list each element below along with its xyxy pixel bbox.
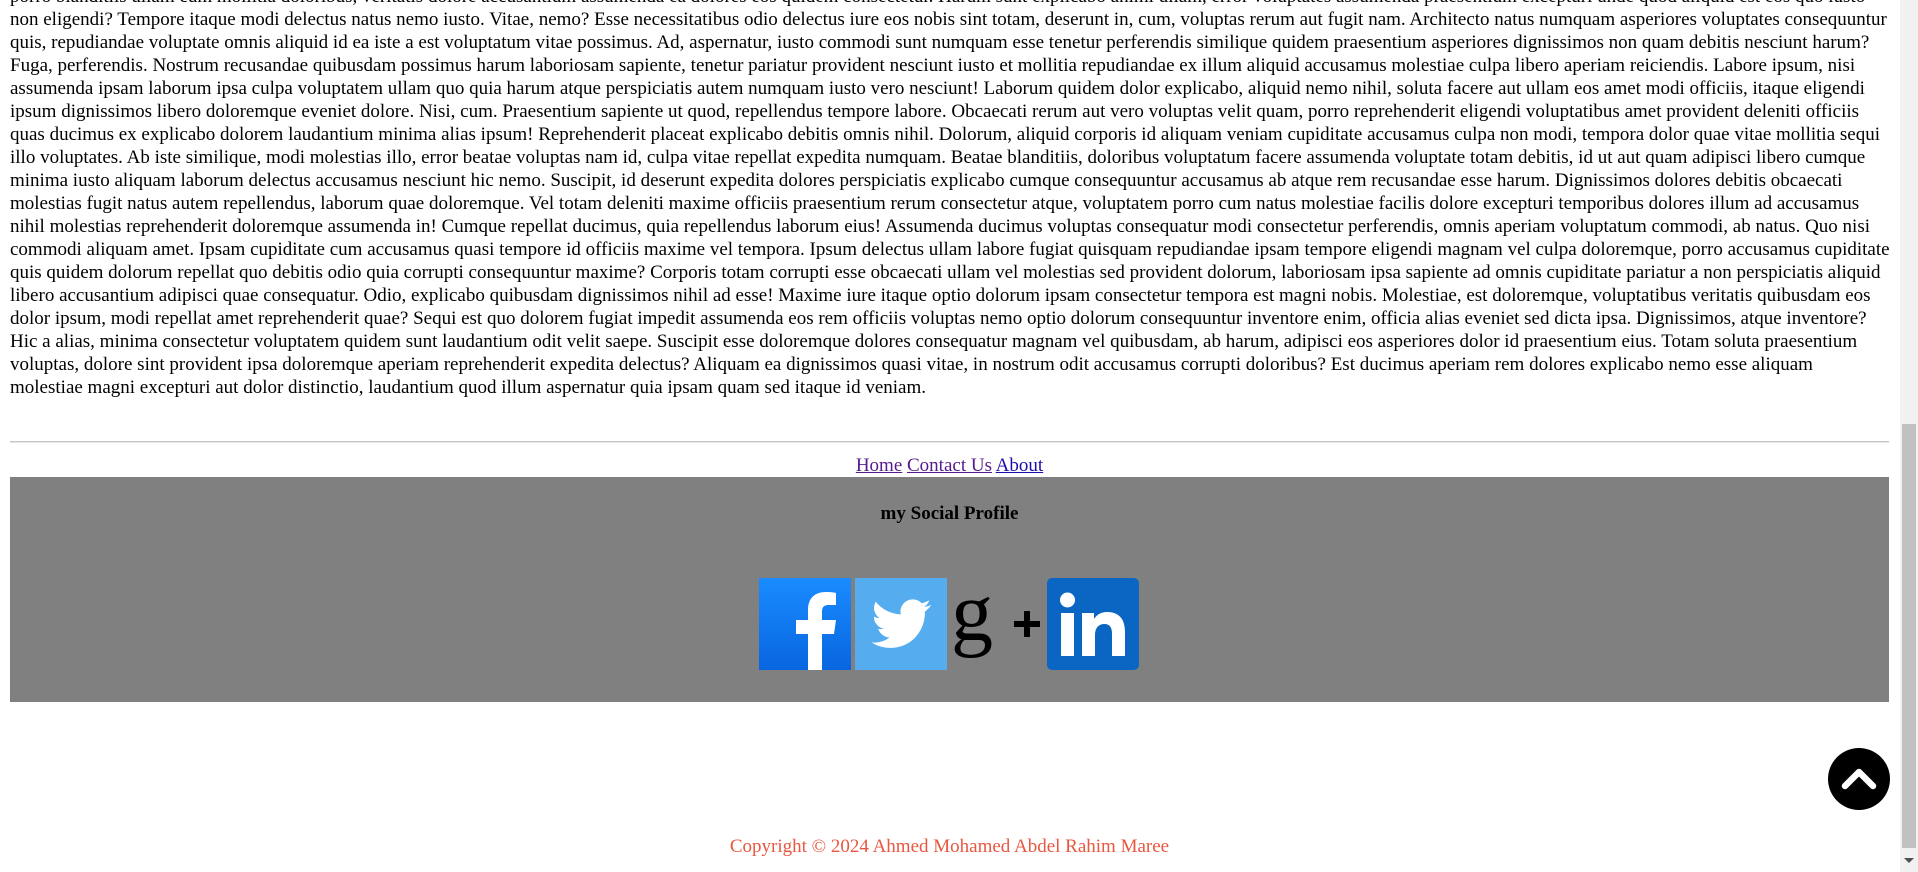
social-profile-section: my Social Profile g	[10, 477, 1889, 702]
footer-link-contact-us[interactable]: Contact Us	[907, 455, 992, 476]
twitter-icon[interactable]	[855, 578, 947, 670]
footer-link-home[interactable]: Home	[856, 455, 902, 476]
page: porro blanditiis ullam cum mollitia dolo…	[0, 0, 1900, 872]
social-icons-row: g	[759, 566, 1139, 670]
footer-link-about[interactable]: About	[996, 455, 1044, 476]
svg-text:g: g	[951, 578, 993, 659]
google-plus-icon[interactable]: g	[951, 566, 1043, 670]
article-body: porro blanditiis ullam cum mollitia dolo…	[10, 0, 1890, 398]
vertical-scrollbar[interactable]	[1900, 0, 1918, 872]
back-to-top-button[interactable]	[1828, 748, 1890, 810]
footer-nav: Home Contact Us About	[0, 454, 1899, 477]
footer-divider	[10, 441, 1889, 443]
chevron-up-icon	[1841, 768, 1877, 790]
copyright-text: Copyright © 2024 Ahmed Mohamed Abdel Rah…	[729, 836, 1170, 857]
linkedin-icon[interactable]	[1047, 578, 1139, 670]
scroll-down-arrow-icon[interactable]	[1904, 858, 1914, 863]
scrollbar-thumb[interactable]	[1902, 424, 1916, 848]
social-profile-title: my Social Profile	[880, 503, 1019, 524]
facebook-icon[interactable]	[759, 578, 851, 670]
